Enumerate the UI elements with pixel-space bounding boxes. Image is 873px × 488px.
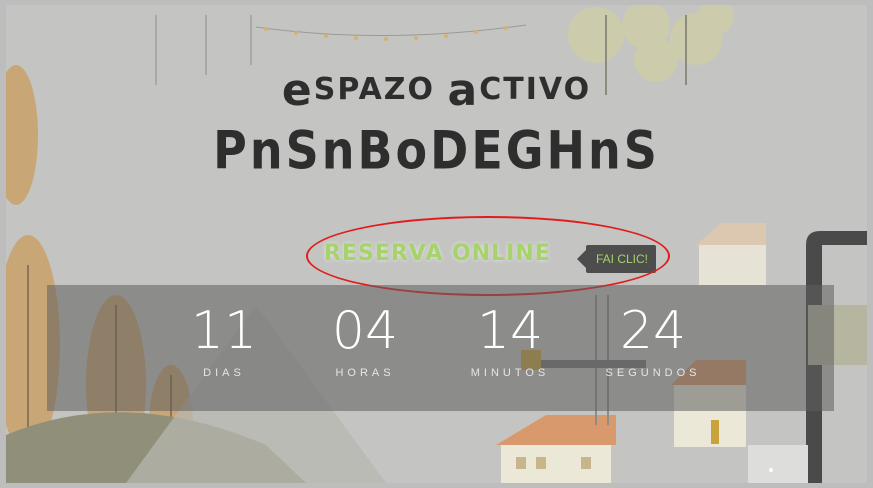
countdown-days-label: DIAS (203, 367, 245, 379)
countdown-hours-value: 04 (331, 301, 399, 361)
countdown-minutes: 14 MINUTOS (445, 303, 575, 379)
logo-initial-e: e (281, 65, 314, 116)
countdown-seconds-value: 24 (619, 301, 687, 361)
red-annotation-ellipse (306, 216, 670, 296)
logo-title: PnSnBoDEGHnS (213, 118, 660, 182)
countdown-seconds-label: SEGUNDOS (605, 367, 701, 379)
countdown-minutes-label: MINUTOS (470, 367, 550, 379)
countdown-panel: 11 DIAS 04 HORAS 14 MINUTOS 24 SEGUNDOS (47, 285, 834, 411)
countdown-days-value: 11 (190, 301, 258, 361)
countdown-minutes-value: 14 (476, 301, 544, 361)
logo-word-ctivo: CTIVO (479, 72, 592, 107)
logo-espazo-activo: eSPAZO aCTIVO (6, 65, 867, 116)
logo-word-spazo: SPAZO (313, 72, 436, 107)
countdown-hours-label: HORAS (335, 367, 395, 379)
countdown-seconds: 24 SEGUNDOS (588, 303, 718, 379)
logo-initial-a: a (447, 65, 480, 116)
hero-banner: eSPAZO aCTIVO PnSnBoDEGHnS RESERVA ONLIN… (6, 5, 867, 483)
countdown-days: 11 DIAS (159, 303, 289, 379)
countdown-hours: 04 HORAS (300, 303, 430, 379)
